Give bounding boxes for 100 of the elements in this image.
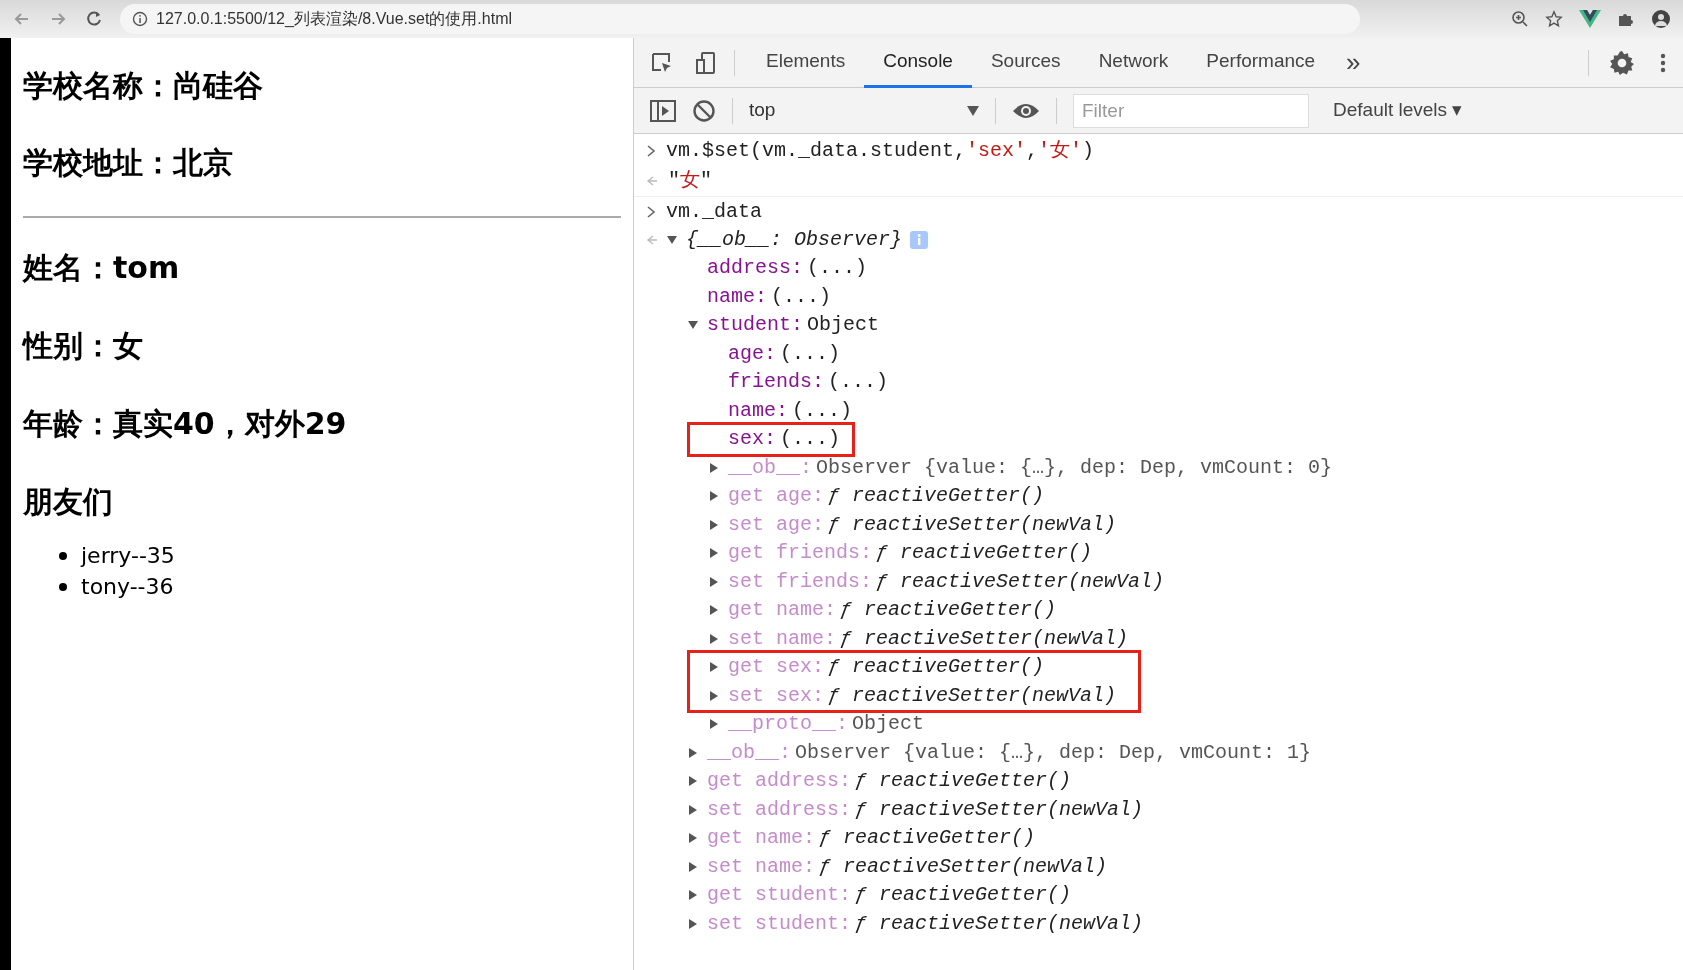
property-key: friends: bbox=[728, 367, 824, 398]
property-value: ƒ reactiveGetter() bbox=[876, 540, 1093, 567]
school-info-heading: 学校地址：北京 bbox=[23, 145, 234, 181]
property-key: set age: bbox=[728, 509, 824, 540]
bullet-icon bbox=[59, 582, 67, 591]
property-key: age: bbox=[728, 338, 776, 369]
friend-item: jerry--35 bbox=[81, 542, 175, 570]
more-tabs-chevron[interactable]: » bbox=[1346, 43, 1361, 82]
property-key: get student: bbox=[707, 880, 852, 911]
property-key: get name: bbox=[707, 823, 816, 854]
property-value: (...) bbox=[780, 340, 841, 367]
property-value: ƒ reactiveSetter(newVal) bbox=[828, 511, 1117, 538]
expand-triangle-icon[interactable] bbox=[708, 661, 720, 674]
property-value: ƒ reactiveSetter(newVal) bbox=[819, 853, 1108, 880]
expand-triangle-icon[interactable] bbox=[687, 917, 699, 930]
property-key: set name: bbox=[707, 851, 816, 882]
filter-field[interactable]: Filter bbox=[1073, 93, 1309, 128]
property-value: ƒ reactiveSetter(newVal) bbox=[855, 796, 1144, 823]
result-arrow-icon bbox=[646, 234, 658, 246]
expand-triangle-icon[interactable] bbox=[708, 461, 720, 474]
friends-heading: 朋友们 bbox=[23, 484, 114, 520]
device-toolbar-icon[interactable] bbox=[694, 50, 718, 75]
property-value: (...) bbox=[807, 255, 868, 282]
expand-triangle-icon[interactable] bbox=[687, 860, 699, 873]
property-value: ƒ reactiveSetter(newVal) bbox=[876, 568, 1165, 595]
clear-console-icon[interactable] bbox=[692, 98, 716, 123]
console-text: vm.$set(vm._data.student,'sex','女') bbox=[666, 138, 1095, 164]
log-levels-dropdown[interactable]: Default levels ▾ bbox=[1333, 96, 1463, 125]
property-value: Observer {value: {…}, dep: Dep, vmCount: 1} bbox=[795, 739, 1312, 766]
property-value: Object bbox=[852, 711, 925, 738]
property-value: ƒ reactiveGetter() bbox=[855, 882, 1072, 909]
property-key: get name: bbox=[728, 595, 837, 626]
expand-triangle-icon[interactable] bbox=[687, 775, 699, 788]
property-key: set address: bbox=[707, 794, 852, 825]
property-value: ƒ reactiveSetter(newVal) bbox=[855, 910, 1144, 937]
info-icon[interactable] bbox=[132, 11, 148, 27]
vue-extension-icon[interactable] bbox=[1579, 9, 1601, 29]
property-key: __proto__: bbox=[728, 709, 849, 740]
avatar-icon[interactable] bbox=[1651, 9, 1671, 29]
expand-triangle-icon[interactable] bbox=[708, 575, 720, 588]
property-key: address: bbox=[707, 253, 803, 284]
sidebar-toggle-icon[interactable] bbox=[650, 98, 676, 123]
property-key: set friends: bbox=[728, 566, 873, 597]
property-value: ƒ reactiveGetter() bbox=[828, 483, 1045, 510]
expand-triangle-icon[interactable] bbox=[687, 832, 699, 845]
console-text: vm._data bbox=[666, 198, 762, 225]
property-key: sex: bbox=[728, 424, 776, 455]
address-bar[interactable]: 127.0.0.1:5500/12_列表渲染/8.Vue.set的使用.html bbox=[120, 4, 1360, 34]
property-value: ƒ reactiveGetter() bbox=[840, 597, 1057, 624]
devtools-tab[interactable]: Sources bbox=[971, 37, 1080, 88]
collapse-triangle-icon[interactable] bbox=[666, 234, 678, 246]
dropdown-caret-icon bbox=[967, 105, 979, 116]
expand-triangle-icon[interactable] bbox=[687, 803, 699, 816]
expand-triangle-icon[interactable] bbox=[687, 889, 699, 902]
property-key: name: bbox=[707, 281, 767, 312]
console-text: "女" bbox=[668, 168, 713, 194]
friend-item: tony--36 bbox=[81, 573, 174, 601]
expand-triangle-icon[interactable] bbox=[708, 547, 720, 560]
expand-triangle-icon[interactable] bbox=[708, 518, 720, 531]
property-value: (...) bbox=[780, 426, 841, 453]
student-info-heading: 姓名：tom bbox=[23, 250, 181, 286]
expand-triangle-icon[interactable] bbox=[708, 490, 720, 503]
result-arrow-icon bbox=[646, 175, 658, 187]
expand-triangle-icon[interactable] bbox=[708, 604, 720, 617]
reload-icon[interactable] bbox=[84, 9, 104, 29]
url-text: 127.0.0.1:5500/12_列表渲染/8.Vue.set的使用.html bbox=[156, 9, 513, 29]
property-key: __ob__: bbox=[707, 737, 791, 768]
prompt-chevron-icon bbox=[646, 205, 656, 218]
property-key: get age: bbox=[728, 481, 824, 512]
object-summary: {__ob__: Observer} bbox=[686, 227, 903, 253]
expand-triangle-icon[interactable] bbox=[708, 632, 720, 645]
devtools-tab[interactable]: Network bbox=[1079, 37, 1188, 88]
property-key: get sex: bbox=[728, 652, 824, 683]
devtools-tab[interactable]: Performance bbox=[1187, 37, 1335, 88]
property-value: ƒ reactiveSetter(newVal) bbox=[840, 625, 1129, 652]
settings-icon[interactable] bbox=[1609, 49, 1635, 76]
context-select[interactable]: top bbox=[749, 96, 979, 125]
property-value: Observer {value: {…}, dep: Dep, vmCount: 0} bbox=[816, 454, 1333, 481]
property-value: ƒ reactiveSetter(newVal) bbox=[828, 682, 1117, 709]
expand-triangle-icon[interactable] bbox=[708, 718, 720, 731]
property-key: get friends: bbox=[728, 538, 873, 569]
property-value: (...) bbox=[771, 283, 832, 310]
devtools-tab[interactable]: Elements bbox=[747, 37, 865, 88]
property-key: __ob__: bbox=[728, 452, 812, 483]
zoom-icon[interactable] bbox=[1511, 10, 1529, 28]
prompt-chevron-icon bbox=[646, 145, 656, 157]
property-key: set name: bbox=[728, 623, 837, 654]
property-value: ƒ reactiveGetter() bbox=[819, 825, 1036, 852]
property-key: set sex: bbox=[728, 680, 824, 711]
student-info-heading: 年龄：真实40，对外29 bbox=[23, 406, 348, 442]
student-info-heading: 性别：女 bbox=[23, 328, 144, 364]
star-icon[interactable] bbox=[1545, 10, 1563, 28]
property-value: (...) bbox=[828, 369, 889, 396]
expand-triangle-icon[interactable] bbox=[687, 746, 699, 759]
property-key: set student: bbox=[707, 908, 852, 939]
property-value: (...) bbox=[792, 397, 853, 424]
property-key: get address: bbox=[707, 766, 852, 797]
property-value: ƒ reactiveGetter() bbox=[855, 768, 1072, 795]
expand-triangle-icon[interactable] bbox=[708, 689, 720, 702]
property-key: student: bbox=[707, 310, 803, 341]
